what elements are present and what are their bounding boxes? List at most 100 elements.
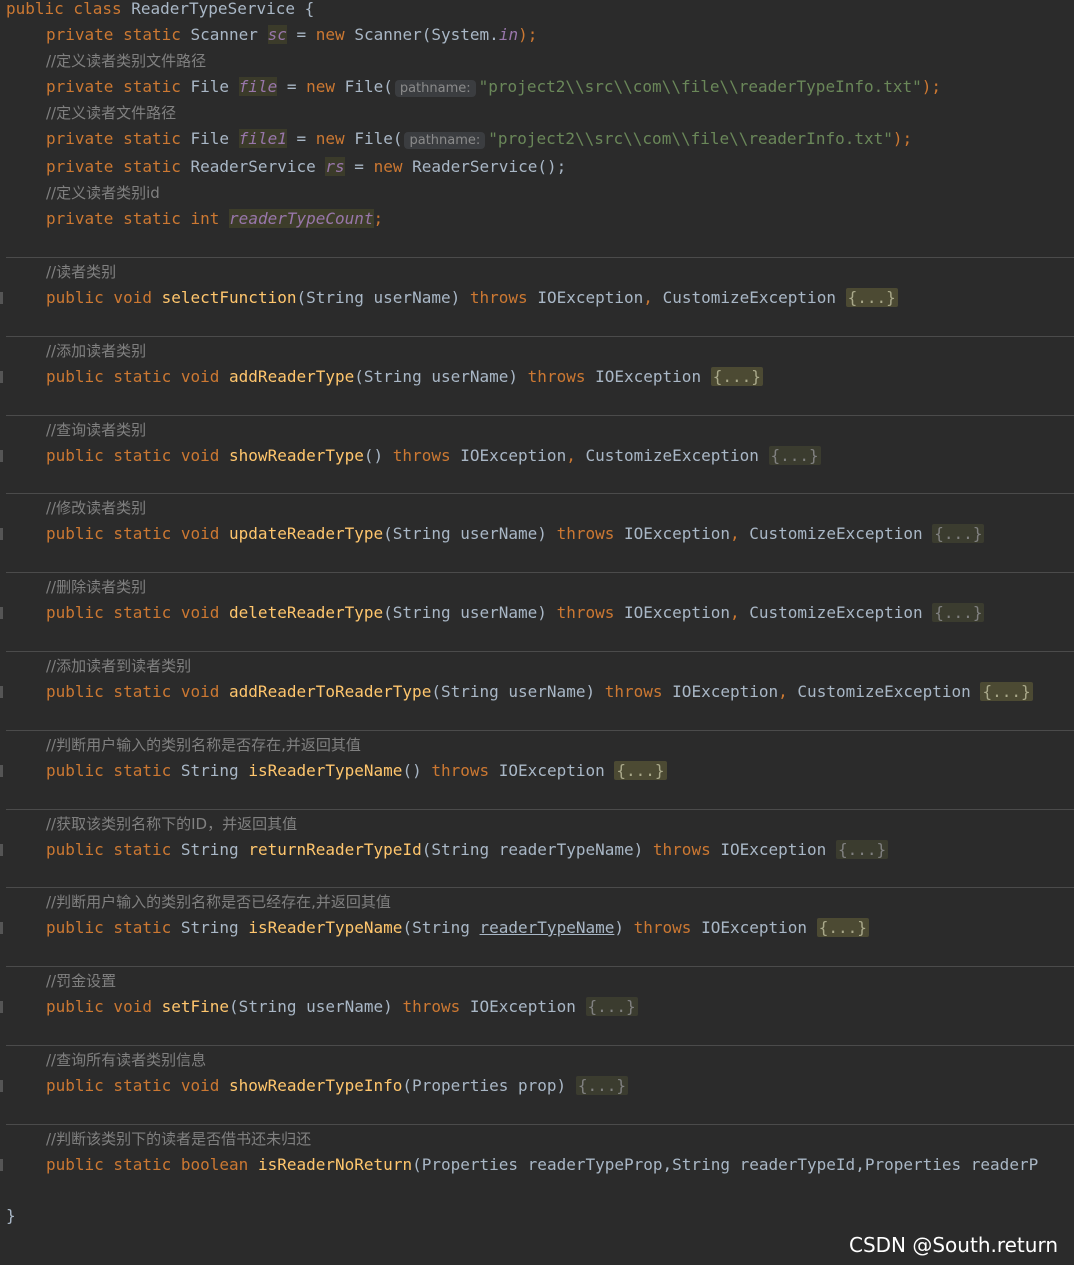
method-name[interactable]: addReaderToReaderType	[229, 682, 431, 701]
method-name[interactable]: showReaderTypeInfo	[229, 1076, 402, 1095]
comma: ,	[778, 682, 788, 701]
method-modifiers: public static	[46, 918, 172, 937]
class-name[interactable]: ReaderTypeService	[131, 0, 295, 18]
method-params: (String readerTypeName)	[421, 840, 644, 859]
folded-body-button[interactable]: {...}	[835, 840, 889, 859]
method-signature[interactable]: public static void showReaderType() thro…	[0, 443, 1074, 469]
method-separator	[6, 493, 1074, 494]
method-signature[interactable]: public static String isReaderTypeName(St…	[0, 915, 1074, 941]
exception-type: IOException	[624, 524, 730, 543]
method-params: (Properties prop)	[402, 1076, 567, 1095]
method-params: (String userName)	[354, 367, 519, 386]
field-modifiers: private static	[46, 77, 181, 96]
method-name[interactable]: deleteReaderType	[229, 603, 383, 622]
method-separator	[6, 257, 1074, 258]
new-keyword: new	[373, 157, 403, 176]
method-signature[interactable]: public static String returnReaderTypeId(…	[0, 837, 1074, 863]
exception-type: CustomizeException	[749, 524, 923, 543]
field-name[interactable]: file	[238, 77, 278, 96]
return-type: String	[180, 918, 239, 937]
exception-type: IOException	[460, 446, 567, 465]
method-name[interactable]: showReaderType	[229, 446, 364, 465]
method-signature[interactable]: public static String isReaderTypeName() …	[0, 758, 1074, 784]
method-params: (String userName)	[229, 997, 393, 1016]
method-name[interactable]: isReaderTypeName	[248, 918, 402, 937]
method-params: ()	[363, 446, 384, 465]
field-name[interactable]: file1	[238, 129, 287, 148]
new-keyword: new	[315, 129, 345, 148]
folded-body-button[interactable]: {...}	[575, 1076, 628, 1095]
field-modifiers: private static	[46, 157, 181, 176]
method-name[interactable]: returnReaderTypeId	[248, 840, 421, 859]
method-separator	[6, 651, 1074, 652]
method-separator	[6, 887, 1074, 888]
parameter-hint: pathname:	[404, 132, 486, 149]
method-signature[interactable]: public static void addReaderType(String …	[0, 364, 1074, 390]
assign-op: =	[296, 25, 307, 44]
field-name[interactable]: readerTypeCount	[229, 209, 374, 228]
method-signature[interactable]: public void setFine(String userName) thr…	[0, 994, 1074, 1020]
folded-body-button[interactable]: {...}	[980, 682, 1033, 701]
param-name[interactable]: readerTypeName	[480, 918, 615, 937]
folded-body-button[interactable]: {...}	[710, 367, 763, 386]
field-sc[interactable]: private static Scanner sc = new Scanner(…	[0, 22, 1074, 48]
comment-line: //定义读者类别id	[46, 184, 160, 202]
method-name[interactable]: updateReaderType	[229, 524, 383, 543]
folded-body-button[interactable]: {...}	[614, 761, 667, 780]
method-comment: //添加读者到读者类别	[46, 657, 192, 675]
method-modifiers: public static void	[46, 524, 220, 543]
folded-body-button[interactable]: {...}	[845, 288, 898, 307]
method-comment: //罚金设置	[46, 972, 117, 990]
field-file[interactable]: private static File file = new File(path…	[0, 74, 1074, 100]
method-signature[interactable]: public void selectFunction(String userNa…	[0, 285, 1074, 311]
field-type: File	[190, 77, 230, 96]
field-rs[interactable]: private static ReaderService rs = new Re…	[0, 154, 1074, 180]
field-type: int	[190, 209, 220, 228]
statement-end: );	[518, 25, 538, 44]
method-signature[interactable]: public static void addReaderToReaderType…	[0, 679, 1074, 705]
folded-body-button[interactable]: {...}	[932, 524, 985, 543]
method-name[interactable]: isReaderNoReturn	[258, 1155, 412, 1174]
return-type: String	[180, 761, 239, 780]
comment-line: //定义读者类别文件路径	[46, 52, 207, 70]
exception-type: IOException	[537, 288, 644, 307]
assign-op: =	[354, 157, 364, 176]
method-separator	[6, 572, 1074, 573]
folded-body-button[interactable]: {...}	[585, 997, 638, 1016]
method-modifiers: public static void	[46, 682, 220, 701]
path-string[interactable]: "project2\\src\\com\\file\\readerInfo.tx…	[488, 129, 893, 148]
method-params: (String userName)	[383, 603, 547, 622]
throws-keyword: throws	[392, 446, 451, 465]
path-string[interactable]: "project2\\src\\com\\file\\readerTypeInf…	[479, 77, 922, 96]
class-declaration[interactable]: public class ReaderTypeService {	[0, 0, 1074, 22]
method-separator	[6, 336, 1074, 337]
field-name[interactable]: rs	[325, 157, 345, 176]
new-keyword: new	[306, 77, 336, 96]
method-signature[interactable]: public static boolean isReaderNoReturn(P…	[0, 1152, 1074, 1178]
folded-body-button[interactable]: {...}	[816, 918, 869, 937]
method-signature[interactable]: public static void showReaderTypeInfo(Pr…	[0, 1073, 1074, 1099]
field-name[interactable]: sc	[267, 25, 287, 44]
folded-body-button[interactable]: {...}	[768, 446, 821, 465]
field-reader-type-count[interactable]: private static int readerTypeCount;	[0, 206, 1074, 232]
method-params: (String userName)	[383, 524, 547, 543]
system-in-field: in	[498, 25, 519, 44]
comma: ,	[729, 524, 740, 543]
method-separator	[6, 966, 1074, 967]
throws-keyword: throws	[527, 367, 586, 386]
method-comment: //读者类别	[46, 263, 117, 281]
method-separator	[6, 730, 1074, 731]
method-modifiers: public void	[46, 997, 152, 1016]
method-comment: //判断用户输入的类别名称是否已经存在,并返回其值	[46, 893, 391, 911]
method-signature[interactable]: public static void updateReaderType(Stri…	[0, 521, 1074, 547]
method-name[interactable]: selectFunction	[162, 288, 297, 307]
field-file1[interactable]: private static File file1 = new File(pat…	[0, 126, 1074, 152]
method-name[interactable]: setFine	[162, 997, 229, 1016]
method-modifiers: public static	[46, 1155, 172, 1174]
method-name[interactable]: addReaderType	[229, 367, 354, 386]
folded-body-button[interactable]: {...}	[932, 603, 985, 622]
method-name[interactable]: isReaderTypeName	[248, 761, 402, 780]
throws-keyword: throws	[652, 840, 711, 859]
method-signature[interactable]: public static void deleteReaderType(Stri…	[0, 600, 1074, 626]
method-params: (Properties readerTypeProp,String reader…	[412, 1155, 1039, 1174]
